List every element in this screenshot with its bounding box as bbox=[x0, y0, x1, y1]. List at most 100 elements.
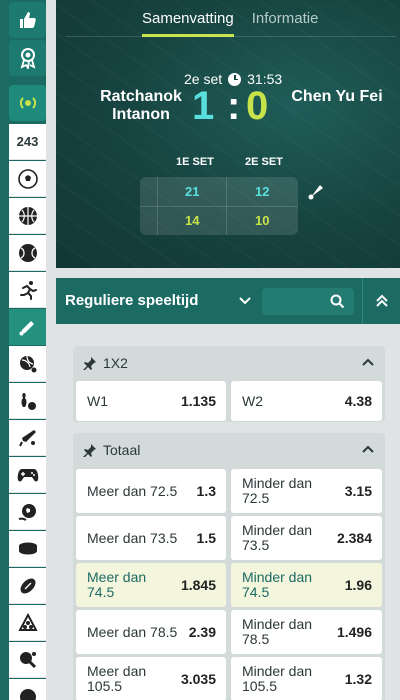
soccer-icon bbox=[17, 168, 38, 189]
futsal-icon bbox=[18, 503, 36, 521]
odds-label: W1 bbox=[87, 392, 108, 409]
shuttlecock-icon bbox=[308, 185, 323, 200]
away-score: 0 bbox=[246, 84, 269, 128]
away-team-name: Chen Yu Fei bbox=[291, 88, 383, 105]
sidebar-item-badminton[interactable] bbox=[9, 309, 46, 345]
odds-label: Minder dan 74.5 bbox=[242, 569, 313, 600]
odds-button-under[interactable]: Minder dan 78.5 1.496 bbox=[231, 610, 382, 654]
pool-icon bbox=[17, 612, 38, 631]
live-icon bbox=[19, 97, 36, 109]
odds-button-over[interactable]: Meer dan 72.5 1.3 bbox=[76, 469, 226, 513]
odds-value: 1.496 bbox=[336, 624, 372, 640]
sidebar-item-pool[interactable] bbox=[9, 605, 46, 641]
market-header[interactable]: 1X2 bbox=[73, 346, 385, 380]
odds-label: Minder dan 73.5 bbox=[242, 522, 313, 553]
set-2-header: 2E SET bbox=[245, 156, 283, 168]
odds-label: Minder dan 72.5 bbox=[242, 475, 313, 506]
collapse-all-button[interactable] bbox=[362, 278, 400, 324]
odds-label: Meer dan 105.5 bbox=[87, 663, 147, 694]
odds-label: Meer dan 73.5 bbox=[87, 529, 178, 546]
sidebar-item-athletics[interactable] bbox=[9, 272, 46, 308]
odds-label: W2 bbox=[242, 392, 263, 409]
odds-label: Minder dan 78.5 bbox=[242, 616, 313, 647]
away-set-1-score: 14 bbox=[185, 213, 200, 228]
esports-icon bbox=[17, 468, 38, 481]
odds-button-w2[interactable]: W2 4.38 bbox=[231, 381, 382, 421]
hockey-puck-icon bbox=[18, 542, 37, 554]
search-icon[interactable] bbox=[330, 294, 345, 309]
odds-value: 1.135 bbox=[180, 393, 216, 409]
volleyball-icon bbox=[19, 688, 36, 700]
odds-button-w1[interactable]: W1 1.135 bbox=[76, 381, 226, 421]
home-set-1-score: 21 bbox=[185, 184, 200, 199]
tab-summary[interactable]: Samenvatting bbox=[142, 10, 234, 37]
market-header[interactable]: Totaal bbox=[73, 433, 385, 467]
sidebar-item-volleyball[interactable] bbox=[9, 346, 46, 382]
odds-button-under-selected[interactable]: Minder dan 74.5 1.96 bbox=[231, 563, 382, 607]
sidebar-item-cricket[interactable] bbox=[9, 420, 46, 456]
market-title: 1X2 bbox=[103, 355, 128, 371]
table-tennis-icon bbox=[19, 651, 36, 668]
badminton-icon bbox=[19, 321, 34, 336]
favorites-button[interactable] bbox=[9, 2, 46, 38]
odds-value: 3.15 bbox=[344, 483, 372, 499]
pin-icon[interactable] bbox=[83, 443, 97, 457]
live-button[interactable] bbox=[9, 85, 46, 121]
odds-value: 3.035 bbox=[180, 671, 216, 687]
pin-icon[interactable] bbox=[83, 356, 97, 370]
odds-value: 2.39 bbox=[188, 624, 216, 640]
score-separator: : bbox=[227, 84, 241, 128]
sidebar-item-futsal[interactable] bbox=[9, 494, 46, 530]
live-count-badge[interactable]: 243 bbox=[9, 124, 46, 160]
odds-button-under[interactable]: Minder dan 105.5 1.32 bbox=[231, 657, 382, 700]
away-set-2-score: 10 bbox=[255, 213, 270, 228]
sidebar-item-basketball[interactable] bbox=[9, 198, 46, 234]
sidebar-item-table-tennis[interactable] bbox=[9, 642, 46, 678]
sidebar-item-tennis[interactable] bbox=[9, 235, 46, 271]
sidebar-item-esports[interactable] bbox=[9, 457, 46, 493]
set-table-divider bbox=[226, 177, 227, 235]
home-set-2-score: 12 bbox=[255, 184, 270, 199]
live-count: 243 bbox=[16, 134, 39, 149]
market-search-input[interactable] bbox=[262, 288, 354, 315]
chevron-up-icon[interactable] bbox=[361, 356, 375, 370]
bowling-icon bbox=[21, 392, 36, 410]
odds-label: Meer dan 78.5 bbox=[87, 623, 178, 640]
set-scores-table: 21 12 14 10 bbox=[140, 177, 298, 235]
odds-button-under[interactable]: Minder dan 72.5 3.15 bbox=[231, 469, 382, 513]
achievements-button[interactable] bbox=[9, 40, 46, 76]
odds-button-over-selected[interactable]: Meer dan 74.5 1.845 bbox=[76, 563, 226, 607]
chevron-up-icon[interactable] bbox=[361, 443, 375, 457]
sidebar-item-more[interactable] bbox=[9, 679, 46, 700]
sidebar-item-soccer[interactable] bbox=[9, 161, 46, 197]
odds-value: 1.96 bbox=[344, 577, 372, 593]
tab-information[interactable]: Informatie bbox=[252, 10, 319, 37]
basketball-icon bbox=[18, 206, 37, 225]
running-icon bbox=[19, 280, 37, 300]
odds-button-over[interactable]: Meer dan 105.5 3.035 bbox=[76, 657, 226, 700]
tab-divider bbox=[66, 36, 396, 37]
odds-value: 2.384 bbox=[336, 530, 372, 546]
odds-value: 1.845 bbox=[180, 577, 216, 593]
home-score: 1 bbox=[192, 84, 215, 128]
sidebar-item-rugby[interactable] bbox=[9, 568, 46, 604]
odds-button-under[interactable]: Minder dan 73.5 2.384 bbox=[231, 516, 382, 560]
set-table-divider bbox=[140, 206, 298, 207]
market-title: Totaal bbox=[103, 442, 141, 458]
rugby-icon bbox=[20, 578, 35, 593]
chevron-down-icon[interactable] bbox=[238, 294, 252, 308]
sidebar-item-ice-hockey[interactable] bbox=[9, 531, 46, 567]
thumbs-up-icon bbox=[19, 12, 36, 28]
odds-button-over[interactable]: Meer dan 73.5 1.5 bbox=[76, 516, 226, 560]
home-team-name: Ratchanok Intanon bbox=[100, 88, 182, 123]
sidebar-item-bowling[interactable] bbox=[9, 383, 46, 419]
match-tabs: Samenvatting Informatie bbox=[142, 10, 318, 37]
odds-label: Meer dan 72.5 bbox=[87, 482, 178, 499]
set-table-divider bbox=[157, 177, 158, 235]
odds-value: 1.3 bbox=[196, 483, 216, 499]
period-select[interactable]: Reguliere speeltijd bbox=[65, 292, 198, 309]
set-1-header: 1E SET bbox=[176, 156, 214, 168]
market-1x2: 1X2 W1 1.135 W2 4.38 bbox=[73, 346, 385, 422]
odds-button-over[interactable]: Meer dan 78.5 2.39 bbox=[76, 610, 226, 654]
scoreboard: Samenvatting Informatie 2e set 31:53 Rat… bbox=[56, 0, 400, 268]
